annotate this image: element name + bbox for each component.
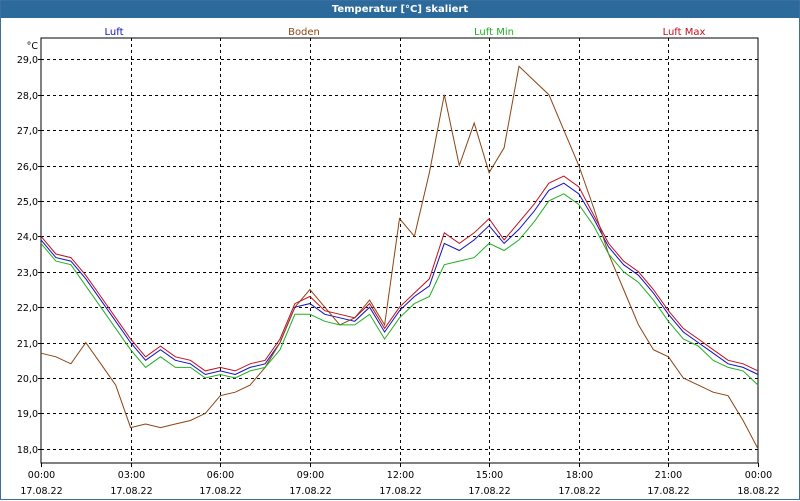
legend-luft: Luft [105,27,124,38]
x-tick-time: 03:00 [118,470,145,481]
legend-luft-max: Luft Max [663,27,706,38]
x-tick-date: 17.08.22 [558,486,600,497]
chart-canvas: 18,0 19,0 20,0 21,0 22,0 23,0 24,0 25,0 26,0 27,0… [17,27,780,497]
y-tick-label: 23,0 [17,268,38,279]
y-tick-label: 21,0 [17,339,38,350]
x-tick-date: 17.08.22 [468,486,510,497]
x-tick-time: 12:00 [387,470,414,481]
x-tick-date: 17.08.22 [289,486,331,497]
x-tick-time: 06:00 [207,470,234,481]
x-tick-time: 00:00 [28,470,55,481]
y-tick-label: 18,0 [17,445,38,456]
legend-boden: Boden [288,27,320,38]
y-tick-label: 26,0 [17,162,38,173]
y-tick-label: 27,0 [17,126,38,137]
x-tick-date: 17.08.22 [110,486,152,497]
y-tick-label: 22,0 [17,303,38,314]
x-tick-time: 00:00 [745,470,772,481]
chart-window: Temperatur [°C] skaliert 18,0 19,0 20,0 21,… [0,0,800,500]
y-tick-label: 28,0 [17,91,38,102]
y-tick-label: 25,0 [17,197,38,208]
x-tick-date: 17.08.22 [199,486,241,497]
y-tick-label: 24,0 [17,232,38,243]
x-tick-date: 17.08.22 [379,486,421,497]
x-tick-time: 15:00 [476,470,503,481]
y-tick-label: 20,0 [17,374,38,385]
x-tick-date: 18.08.22 [737,486,779,497]
legend-luft-min: Luft Min [474,27,514,38]
x-tick-time: 18:00 [566,470,593,481]
x-tick-date: 17.08.22 [647,486,689,497]
x-tick-time: 21:00 [655,470,682,481]
plot-area [40,37,759,464]
x-tick-time: 09:00 [297,470,324,481]
y-axis-label: °C [27,41,39,52]
x-tick-date: 17.08.22 [20,486,62,497]
y-tick-label: 19,0 [17,409,38,420]
y-tick-label: 29,0 [17,55,38,66]
